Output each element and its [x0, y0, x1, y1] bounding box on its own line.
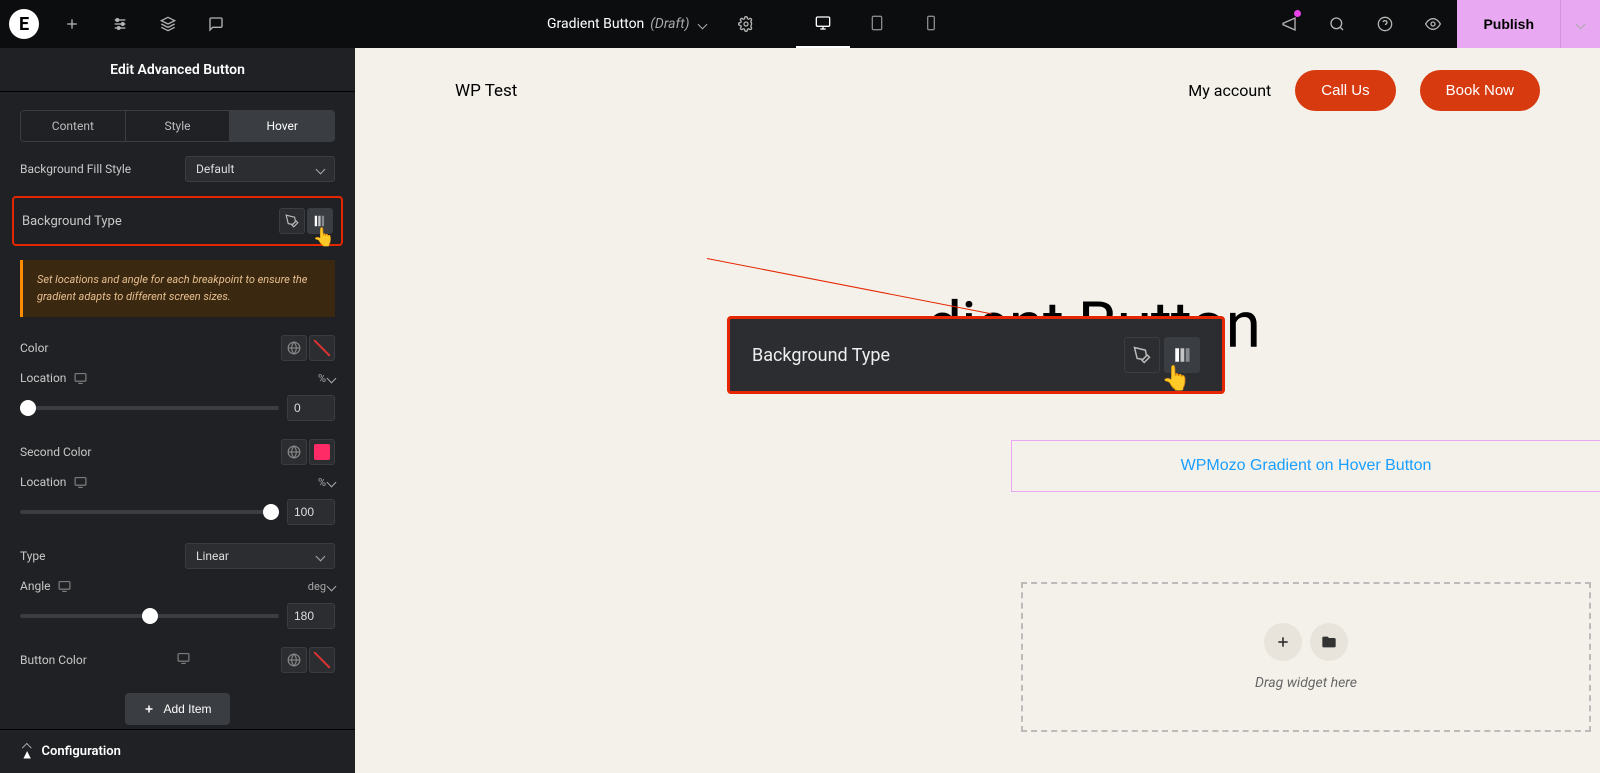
- tab-content[interactable]: Content: [21, 111, 126, 141]
- second-color-picker[interactable]: [309, 439, 335, 465]
- panel-tabs: Content Style Hover: [20, 110, 335, 142]
- topbar-center: Gradient Button (Draft): [240, 0, 1265, 48]
- preview-canvas: WP Test My account Call Us Book Now dien…: [355, 48, 1600, 773]
- search-icon[interactable]: [1313, 0, 1361, 48]
- site-nav: My account Call Us Book Now: [1188, 70, 1540, 111]
- callout-label: Background Type: [752, 345, 890, 366]
- responsive-devices: [796, 0, 958, 48]
- second-color-label: Second Color: [20, 445, 91, 459]
- button-color-global[interactable]: [281, 647, 307, 673]
- editor-sidebar: Edit Advanced Button Content Style Hover…: [0, 48, 355, 773]
- drop-folder-icon[interactable]: [1310, 623, 1348, 661]
- document-status: (Draft): [650, 16, 689, 32]
- button-color-label: Button Color: [20, 653, 87, 667]
- callout-bg-classic[interactable]: [1124, 337, 1160, 373]
- gradient-type-label: Type: [20, 549, 46, 563]
- topbar: E Gradient Button (Draft) Publish: [0, 0, 1600, 48]
- callout-connector: [707, 258, 992, 314]
- preview-icon[interactable]: [1409, 0, 1457, 48]
- elementor-logo[interactable]: E: [0, 0, 48, 48]
- location1-input[interactable]: [287, 395, 335, 421]
- drop-text: Drag widget here: [1255, 675, 1357, 691]
- tab-style[interactable]: Style: [126, 111, 231, 141]
- gear-icon[interactable]: [722, 0, 770, 48]
- callout-cursor-icon: 👆: [1161, 364, 1191, 392]
- location2-label: Location: [20, 475, 66, 489]
- add-icon[interactable]: [48, 0, 96, 48]
- color-label: Color: [20, 341, 48, 355]
- cta-book[interactable]: Book Now: [1420, 70, 1540, 111]
- panel-title: Edit Advanced Button: [0, 48, 355, 92]
- chevron-down-icon: [317, 162, 324, 176]
- settings-icon[interactable]: [96, 0, 144, 48]
- gradient-type-select[interactable]: Linear: [185, 543, 335, 569]
- configuration-label: Configuration: [42, 744, 121, 759]
- bg-fill-style-value: Default: [196, 162, 234, 176]
- button-color-picker[interactable]: [309, 647, 335, 673]
- site-header: WP Test My account Call Us Book Now: [355, 48, 1600, 133]
- color-picker[interactable]: [309, 335, 335, 361]
- site-name: WP Test: [455, 81, 517, 101]
- location2-slider[interactable]: [20, 510, 279, 514]
- bg-fill-style-label: Background Fill Style: [20, 162, 131, 176]
- device-tablet[interactable]: [850, 0, 904, 48]
- tab-hover[interactable]: Hover: [230, 111, 334, 141]
- location2-input[interactable]: [287, 499, 335, 525]
- angle-unit[interactable]: deg: [308, 580, 335, 593]
- bg-fill-style-select[interactable]: Default: [185, 156, 335, 182]
- location1-slider[interactable]: [20, 406, 279, 410]
- gradient-type-value: Linear: [196, 549, 229, 563]
- drop-add-icon[interactable]: [1264, 623, 1302, 661]
- gradient-hint: Set locations and angle for each breakpo…: [20, 260, 335, 317]
- angle-slider[interactable]: [20, 614, 279, 618]
- cta-call[interactable]: Call Us: [1295, 70, 1395, 111]
- device-mobile[interactable]: [904, 0, 958, 48]
- angle-input[interactable]: [287, 603, 335, 629]
- location2-unit[interactable]: %: [318, 476, 335, 489]
- location1-unit[interactable]: %: [318, 372, 335, 385]
- topbar-right: Publish: [1265, 0, 1600, 48]
- document-title: Gradient Button: [547, 16, 644, 32]
- topbar-left: E: [0, 0, 240, 48]
- bg-type-highlight: Background Type 👆: [12, 196, 343, 246]
- device-icon[interactable]: [58, 580, 71, 593]
- device-icon[interactable]: [74, 372, 87, 385]
- add-item-button[interactable]: Add Item: [125, 693, 229, 725]
- demo-gradient-button[interactable]: WPMozo Gradient on Hover Button: [1011, 440, 1600, 492]
- publish-button[interactable]: Publish: [1457, 0, 1560, 48]
- nav-account[interactable]: My account: [1188, 81, 1271, 100]
- drop-zone[interactable]: Drag widget here: [1021, 582, 1591, 732]
- chevron-right-icon: ▸: [19, 745, 34, 759]
- color-global[interactable]: [281, 335, 307, 361]
- publish-options[interactable]: [1560, 0, 1600, 48]
- bg-type-classic[interactable]: [279, 208, 305, 234]
- device-desktop[interactable]: [796, 0, 850, 48]
- callout-bg-type: Background Type: [727, 316, 1225, 394]
- chevron-down-icon: [317, 549, 324, 563]
- help-icon[interactable]: [1361, 0, 1409, 48]
- cursor-hand-icon: 👆: [313, 227, 335, 248]
- device-icon[interactable]: [177, 652, 190, 665]
- layers-icon[interactable]: [144, 0, 192, 48]
- add-item-label: Add Item: [163, 702, 211, 716]
- plus-icon: [143, 703, 155, 715]
- angle-label: Angle: [20, 579, 50, 593]
- configuration-section[interactable]: ▸ Configuration: [0, 729, 355, 773]
- bg-type-label: Background Type: [22, 214, 122, 229]
- location1-label: Location: [20, 371, 66, 385]
- comments-icon[interactable]: [192, 0, 240, 48]
- chevron-down-icon[interactable]: [699, 17, 706, 32]
- second-color-global[interactable]: [281, 439, 307, 465]
- device-icon[interactable]: [74, 476, 87, 489]
- announcement-icon[interactable]: [1265, 0, 1313, 48]
